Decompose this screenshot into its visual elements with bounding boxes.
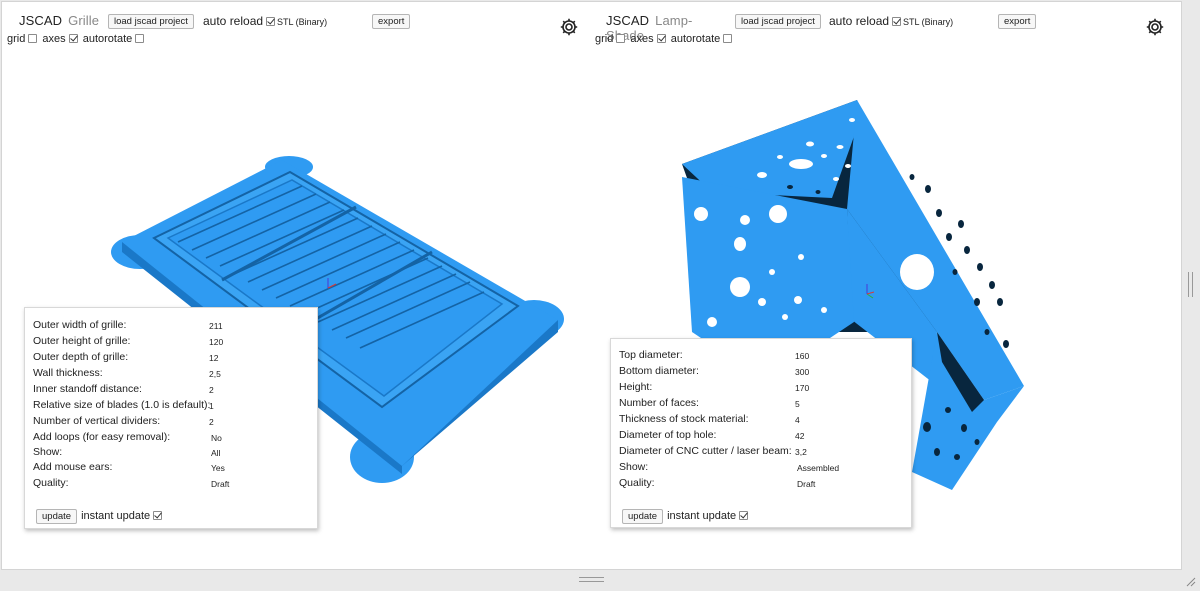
app-frame: JSCAD Grille load jscad project auto relo… [1,1,1182,570]
viewer-pane-grille: JSCAD Grille load jscad project auto relo… [2,2,592,569]
param-label: Wall thickness: [33,367,103,379]
param-value[interactable]: 300 [795,367,809,377]
axes-checkbox[interactable] [656,34,666,43]
resize-corner-icon[interactable] [1186,577,1196,587]
axes-label: axes [42,33,66,45]
param-label: Outer width of grille: [33,319,127,331]
axes-checkbox[interactable] [68,34,78,43]
param-label: Show: [33,446,63,458]
parameters-panel: Top diameter: 160 Bottom diameter: 300 H… [610,338,912,528]
update-row: update instant update [36,506,163,524]
param-label: Inner standoff distance: [33,383,142,395]
param-label: Relative size of blades (1.0 is default)… [33,399,211,411]
brand: JSCAD Grille [19,13,99,28]
grid-label: grid [7,33,26,45]
gear-icon[interactable] [1145,17,1165,37]
brand-name: JSCAD [606,13,650,28]
param-value[interactable]: 12 [209,353,218,363]
param-value[interactable]: 5 [795,399,800,409]
autorotate-checkbox[interactable] [723,34,733,43]
viewer-pane-lamp-shade: JSCAD Lamp-Shade load jscad project auto … [592,2,1181,569]
grid-checkbox[interactable] [28,34,38,43]
format-select[interactable]: STL (Binary) [903,17,953,27]
param-value[interactable]: 42 [795,431,804,441]
axes-option[interactable]: axes [630,33,666,45]
load-project-button[interactable]: load jscad project [108,14,194,29]
param-label: Top diameter: [619,349,683,361]
param-value[interactable]: No [211,433,222,443]
param-value[interactable]: 120 [209,337,223,347]
auto-reload-label: auto reload [829,14,890,28]
param-label: Bottom diameter: [619,365,699,377]
drag-handle-icon[interactable] [1188,272,1193,297]
brand-name: JSCAD [19,13,63,28]
param-value[interactable]: 2 [209,417,214,427]
param-label: Quality: [619,477,655,489]
autorotate-option[interactable]: autorotate [671,33,733,45]
load-project-button[interactable]: load jscad project [735,14,821,29]
param-label: Diameter of top hole: [619,429,717,441]
param-value[interactable]: 2 [209,385,214,395]
autorotate-checkbox[interactable] [135,34,145,43]
param-label: Add mouse ears: [33,461,113,473]
instant-update-checkbox[interactable] [739,511,749,520]
auto-reload-checkbox[interactable] [892,17,902,26]
update-button[interactable]: update [622,509,664,524]
param-value[interactable]: Yes [211,463,225,473]
instant-update-label: instant update [667,510,737,522]
param-value[interactable]: 211 [209,321,223,331]
auto-reload-toggle[interactable]: auto reload [203,14,276,28]
param-value[interactable]: Assembled [797,463,839,473]
param-value[interactable]: 3,2 [795,447,807,457]
grid-checkbox[interactable] [616,34,626,43]
instant-update-checkbox[interactable] [153,511,163,520]
grid-label: grid [595,33,614,45]
param-label: Quality: [33,477,69,489]
param-label: Outer height of grille: [33,335,131,347]
param-value[interactable]: All [211,448,220,458]
param-label: Number of vertical dividers: [33,415,161,427]
export-button[interactable]: export [998,14,1037,29]
param-value[interactable]: 2,5 [209,369,221,379]
drag-handle-icon[interactable] [579,577,604,582]
param-label: Outer depth of grille: [33,351,129,363]
autorotate-label: autorotate [82,33,133,45]
instant-update-label: instant update [81,510,151,522]
param-value[interactable]: 160 [795,351,809,361]
grid-option[interactable]: grid [595,33,626,45]
param-value[interactable]: Draft [797,479,815,489]
param-label: Thickness of stock material: [619,413,749,425]
autorotate-option[interactable]: autorotate [83,33,145,45]
design-title: Grille [68,13,100,28]
auto-reload-toggle[interactable]: auto reload [829,14,902,28]
grid-option[interactable]: grid [7,33,38,45]
view-options: grid axes autorotate [7,33,146,45]
auto-reload-label: auto reload [203,14,264,28]
param-value[interactable]: 170 [795,383,809,393]
param-value[interactable]: 4 [795,415,800,425]
gear-icon[interactable] [559,17,579,37]
param-value[interactable]: Draft [211,479,229,489]
update-row: update instant update [622,506,749,524]
export-button[interactable]: export [372,14,411,29]
axes-option[interactable]: axes [42,33,78,45]
param-label: Show: [619,461,649,473]
param-label: Height: [619,381,653,393]
parameters-panel: Outer width of grille: 211 Outer height … [24,307,318,529]
param-label: Diameter of CNC cutter / laser beam: [619,445,792,457]
axes-label: axes [630,33,654,45]
format-select[interactable]: STL (Binary) [277,17,327,27]
param-label: Add loops (for easy removal): [33,431,171,443]
view-options: grid axes autorotate [595,33,734,45]
param-value[interactable]: 1 [209,401,214,411]
auto-reload-checkbox[interactable] [266,17,276,26]
update-button[interactable]: update [36,509,78,524]
autorotate-label: autorotate [670,33,721,45]
param-label: Number of faces: [619,397,699,409]
